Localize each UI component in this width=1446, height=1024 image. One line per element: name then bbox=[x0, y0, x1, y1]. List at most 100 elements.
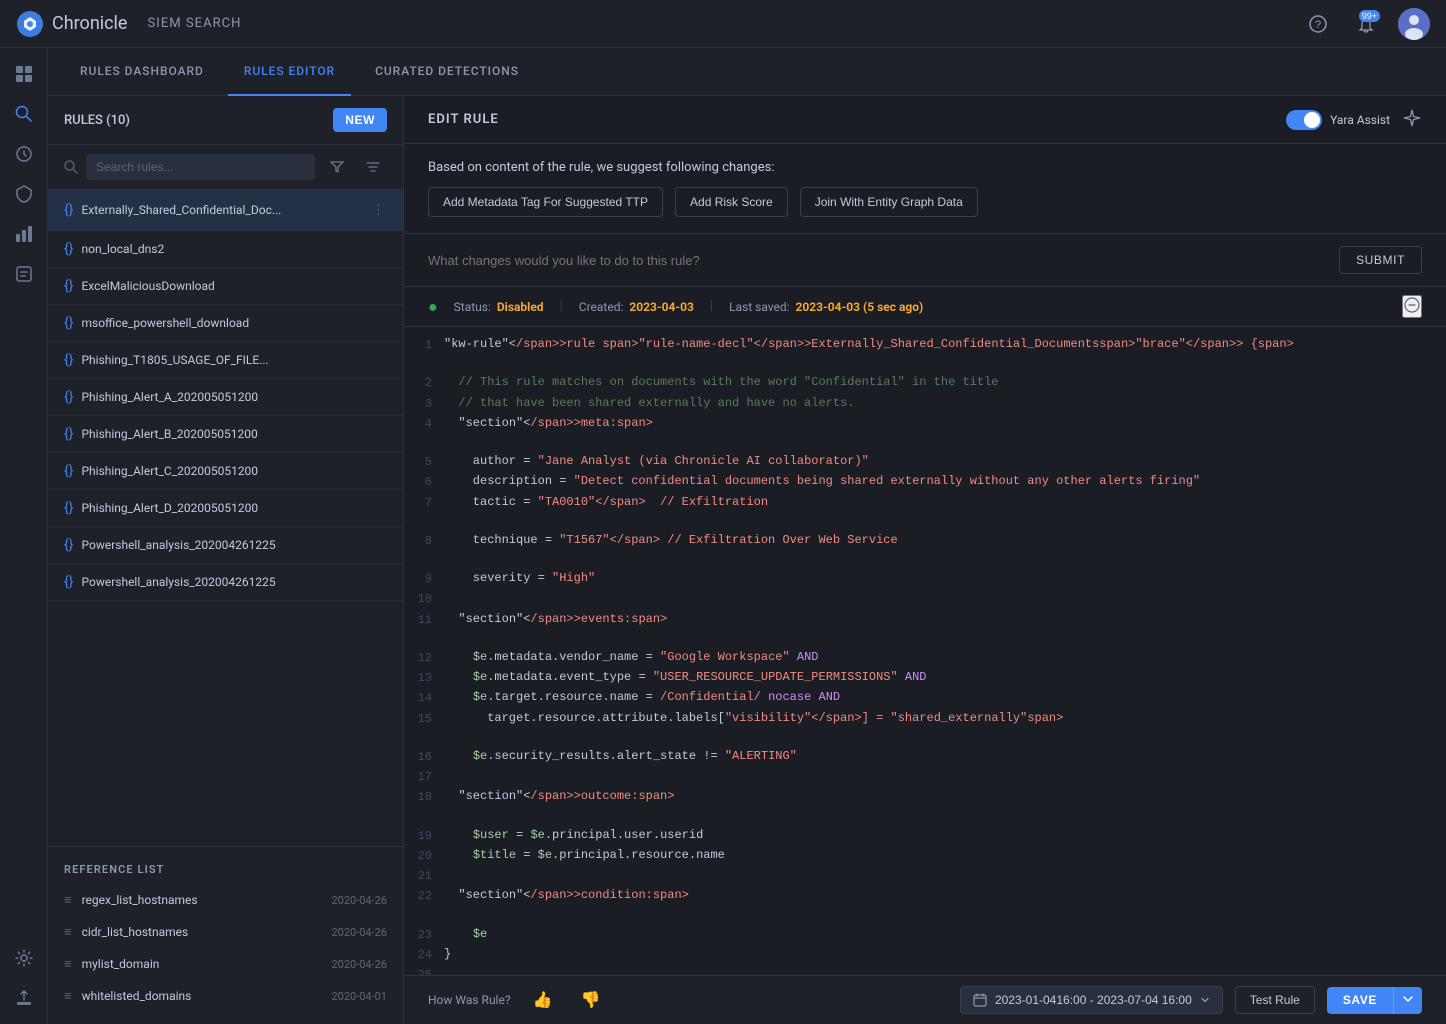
rule-brace-icon: {} bbox=[64, 315, 73, 331]
ref-name-label: whitelisted_domains bbox=[82, 989, 322, 1003]
ref-item[interactable]: ≡ regex_list_hostnames 2020-04-26 bbox=[48, 884, 403, 916]
sidebar-investigate-btn[interactable] bbox=[6, 136, 42, 172]
sidebar-upload-btn[interactable] bbox=[6, 980, 42, 1016]
code-line: 16 $e.security_results.alert_state != "A… bbox=[404, 747, 1446, 767]
edit-rule-label: EDIT RULE bbox=[428, 112, 499, 127]
rule-name-label: Phishing_Alert_D_202005051200 bbox=[81, 501, 387, 515]
line-content: $e bbox=[444, 925, 1446, 944]
bottom-right: 2023-01-0416:00 - 2023-07-04 16:00 Test … bbox=[960, 986, 1422, 1014]
chronicle-logo-icon bbox=[16, 10, 44, 38]
line-content: $e.target.resource.name = /Confidential/… bbox=[444, 688, 1446, 707]
filter-button[interactable] bbox=[323, 153, 351, 181]
line-content: } bbox=[444, 945, 1446, 964]
code-line: 24 } bbox=[404, 945, 1446, 965]
line-content: "section"</span>>condition:span> bbox=[444, 886, 1446, 924]
rule-item[interactable]: {} non_local_dns2 bbox=[48, 231, 403, 268]
calendar-icon bbox=[973, 993, 987, 1007]
ref-date-label: 2020-04-01 bbox=[331, 990, 387, 1003]
sidebar-settings-btn[interactable] bbox=[6, 940, 42, 976]
sidebar-detect-btn[interactable] bbox=[6, 176, 42, 212]
ref-item[interactable]: ≡ cidr_list_hostnames 2020-04-26 bbox=[48, 916, 403, 948]
search-icon bbox=[64, 160, 78, 174]
editor-header-right: Yara Assist bbox=[1286, 108, 1422, 131]
sort-button[interactable] bbox=[359, 153, 387, 181]
sparkle-button[interactable] bbox=[1402, 108, 1422, 131]
line-number: 13 bbox=[404, 668, 444, 688]
suggestion-btn-ttp[interactable]: Add Metadata Tag For Suggested TTP bbox=[428, 187, 663, 217]
code-editor[interactable]: 1 "kw-rule"</span>>rule span>"rule-name-… bbox=[404, 327, 1446, 975]
yara-assist-toggle[interactable] bbox=[1286, 110, 1322, 130]
rule-item[interactable]: {} msoffice_powershell_download bbox=[48, 305, 403, 342]
line-content: $user = $e.principal.user.userid bbox=[444, 826, 1446, 845]
code-line: 19 $user = $e.principal.user.userid bbox=[404, 826, 1446, 846]
line-number: 21 bbox=[404, 866, 444, 886]
tab-rules-editor[interactable]: RULES EDITOR bbox=[228, 48, 351, 96]
status-divider: | bbox=[560, 299, 563, 314]
main-layout: RULES DASHBOARD RULES EDITOR CURATED DET… bbox=[0, 48, 1446, 1024]
rules-header: RULES (10) NEW bbox=[48, 96, 403, 145]
thumbdown-button[interactable]: 👎 bbox=[574, 988, 606, 1012]
status-collapse-button[interactable] bbox=[1402, 295, 1422, 318]
rule-menu-button[interactable]: ⋮ bbox=[370, 200, 387, 220]
rule-name-label: ExcelMaliciousDownload bbox=[81, 279, 387, 293]
sidebar-home-btn[interactable] bbox=[6, 56, 42, 92]
notifications-button[interactable]: 99+ bbox=[1350, 8, 1382, 40]
code-line: 3 // that have been shared externally an… bbox=[404, 394, 1446, 414]
rule-brace-icon: {} bbox=[64, 278, 73, 294]
status-ok-icon: ● bbox=[428, 297, 438, 317]
toggle-knob bbox=[1304, 112, 1320, 128]
rule-item[interactable]: {} Powershell_analysis_202004261225 bbox=[48, 564, 403, 601]
rule-item[interactable]: {} ExcelMaliciousDownload bbox=[48, 268, 403, 305]
help-button[interactable]: ? bbox=[1302, 8, 1334, 40]
suggestions-bar: Based on content of the rule, we suggest… bbox=[404, 144, 1446, 234]
status-label: Status: bbox=[454, 300, 491, 314]
rule-item[interactable]: {} Phishing_Alert_C_202005051200 bbox=[48, 453, 403, 490]
date-range-button[interactable]: 2023-01-0416:00 - 2023-07-04 16:00 bbox=[960, 986, 1223, 1014]
sidebar-search-btn[interactable] bbox=[6, 96, 42, 132]
test-rule-button[interactable]: Test Rule bbox=[1235, 986, 1315, 1014]
rule-brace-icon: {} bbox=[64, 202, 73, 218]
rule-item[interactable]: {} Externally_Shared_Confidential_Doc...… bbox=[48, 190, 403, 231]
search-input[interactable] bbox=[86, 154, 315, 180]
rule-item[interactable]: {} Powershell_analysis_202004261225 bbox=[48, 527, 403, 564]
code-line: 23 $e bbox=[404, 925, 1446, 945]
ref-item[interactable]: ≡ mylist_domain 2020-04-26 bbox=[48, 948, 403, 980]
line-number: 23 bbox=[404, 925, 444, 945]
rule-name-label: Phishing_T1805_USAGE_OF_FILE... bbox=[81, 353, 387, 367]
tab-curated-detections[interactable]: CURATED DETECTIONS bbox=[359, 48, 535, 96]
line-number: 11 bbox=[404, 610, 444, 630]
rule-name-label: Phishing_Alert_C_202005051200 bbox=[81, 464, 387, 478]
rule-item[interactable]: {} Phishing_Alert_D_202005051200 bbox=[48, 490, 403, 527]
topbar: Chronicle SIEM SEARCH ? 99+ bbox=[0, 0, 1446, 48]
rule-brace-icon: {} bbox=[64, 241, 73, 257]
code-line: 14 $e.target.resource.name = /Confidenti… bbox=[404, 688, 1446, 708]
rules-count-title: RULES (10) bbox=[64, 113, 325, 128]
sidebar-rules-btn[interactable] bbox=[6, 256, 42, 292]
thumbup-button[interactable]: 👍 bbox=[527, 988, 559, 1012]
code-line: 13 $e.metadata.event_type = "USER_RESOUR… bbox=[404, 668, 1446, 688]
line-content: "section"</span>>meta:span> bbox=[444, 414, 1446, 452]
rule-item[interactable]: {} Phishing_Alert_A_202005051200 bbox=[48, 379, 403, 416]
rule-item[interactable]: {} Phishing_Alert_B_202005051200 bbox=[48, 416, 403, 453]
line-number: 22 bbox=[404, 886, 444, 906]
line-number: 17 bbox=[404, 767, 444, 787]
new-rule-button[interactable]: NEW bbox=[333, 108, 387, 132]
suggestion-btn-entity[interactable]: Join With Entity Graph Data bbox=[800, 187, 978, 217]
tab-rules-dashboard[interactable]: RULES DASHBOARD bbox=[64, 48, 220, 96]
chat-input[interactable] bbox=[428, 253, 1327, 268]
avatar[interactable] bbox=[1398, 8, 1430, 40]
rules-list: {} Externally_Shared_Confidential_Doc...… bbox=[48, 190, 403, 846]
save-button[interactable]: SAVE bbox=[1327, 987, 1393, 1014]
chevron-down-icon bbox=[1200, 995, 1210, 1005]
line-number: 25 bbox=[404, 965, 444, 975]
code-line: 12 $e.metadata.vendor_name = "Google Wor… bbox=[404, 648, 1446, 668]
suggestion-btn-risk[interactable]: Add Risk Score bbox=[675, 187, 788, 217]
feedback-label: How Was Rule? bbox=[428, 993, 511, 1007]
sidebar-dashboard-btn[interactable] bbox=[6, 216, 42, 252]
suggestion-buttons: Add Metadata Tag For Suggested TTP Add R… bbox=[428, 187, 1422, 217]
line-content: tactic = "TA0010"</span> // Exfiltration bbox=[444, 493, 1446, 531]
rule-item[interactable]: {} Phishing_T1805_USAGE_OF_FILE... bbox=[48, 342, 403, 379]
submit-button[interactable]: SUBMIT bbox=[1339, 246, 1422, 274]
save-dropdown-button[interactable] bbox=[1393, 987, 1422, 1014]
ref-item[interactable]: ≡ whitelisted_domains 2020-04-01 bbox=[48, 980, 403, 1012]
